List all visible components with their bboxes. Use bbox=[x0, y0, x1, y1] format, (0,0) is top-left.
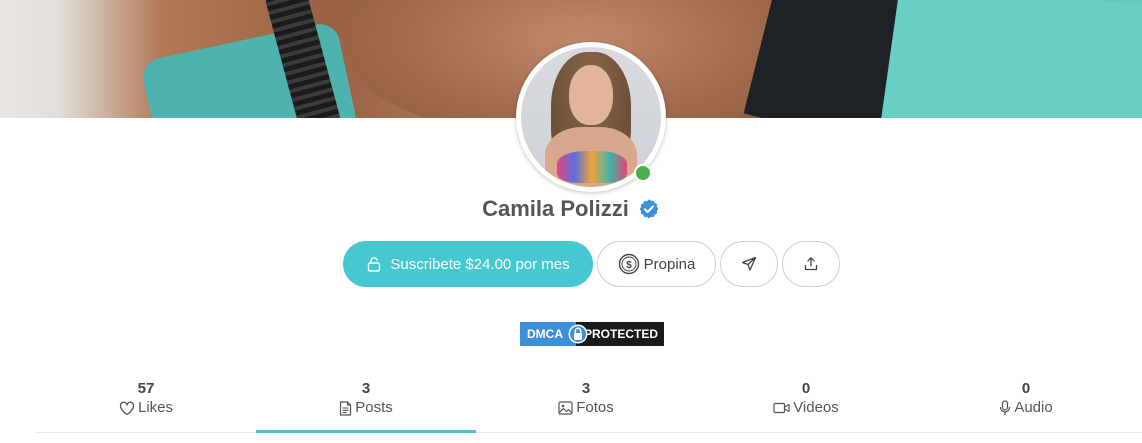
likes-count: 57 bbox=[137, 380, 155, 397]
share-icon bbox=[804, 257, 818, 271]
video-icon bbox=[773, 402, 790, 414]
tip-button[interactable]: $ Propina bbox=[597, 241, 716, 287]
document-icon bbox=[340, 400, 352, 416]
online-status-dot bbox=[634, 164, 652, 182]
profile-name: Camila Polizzi bbox=[482, 196, 629, 221]
lock-icon bbox=[368, 257, 381, 272]
dmca-protected-badge[interactable]: DMCA PROTECTED bbox=[520, 322, 664, 346]
profile-tabs: 57 Likes 3 Posts 3 Fotos 0 Videos 0 Audi… bbox=[36, 378, 1142, 433]
send-icon bbox=[741, 256, 757, 271]
tab-audio[interactable]: 0 Audio bbox=[916, 378, 1136, 432]
tab-fotos[interactable]: 3 Fotos bbox=[476, 378, 696, 432]
tab-label: Fotos bbox=[576, 399, 614, 416]
tab-label: Likes bbox=[137, 399, 174, 416]
subscribe-button[interactable]: Suscribete $24.00 por mes bbox=[343, 241, 593, 287]
tip-label: Propina bbox=[643, 255, 696, 273]
profile-name-row: Camila Polizzi bbox=[0, 196, 1142, 222]
heart-icon bbox=[119, 401, 135, 415]
subscribe-label: Suscribete $24.00 por mes bbox=[390, 255, 570, 273]
tab-posts[interactable]: 3 Posts bbox=[256, 378, 476, 433]
tab-likes[interactable]: 57 Likes bbox=[36, 378, 256, 432]
tab-videos[interactable]: 0 Videos bbox=[696, 378, 916, 432]
image-icon bbox=[558, 401, 573, 415]
videos-count: 0 bbox=[801, 380, 811, 397]
protected-label: PROTECTED bbox=[576, 322, 664, 346]
coin-dollar-icon: $ bbox=[618, 253, 639, 275]
microphone-icon bbox=[1000, 400, 1011, 416]
dmca-lock-icon bbox=[568, 324, 588, 344]
audio-count: 0 bbox=[1021, 380, 1031, 397]
verified-badge-icon bbox=[639, 199, 659, 219]
share-button[interactable] bbox=[782, 241, 840, 287]
message-button[interactable] bbox=[720, 241, 778, 287]
posts-count: 3 bbox=[361, 380, 371, 397]
svg-text:$: $ bbox=[626, 260, 632, 271]
tab-label: Audio bbox=[1014, 399, 1053, 416]
tab-label: Videos bbox=[793, 399, 839, 416]
tab-label: Posts bbox=[355, 399, 393, 416]
fotos-count: 3 bbox=[581, 380, 591, 397]
